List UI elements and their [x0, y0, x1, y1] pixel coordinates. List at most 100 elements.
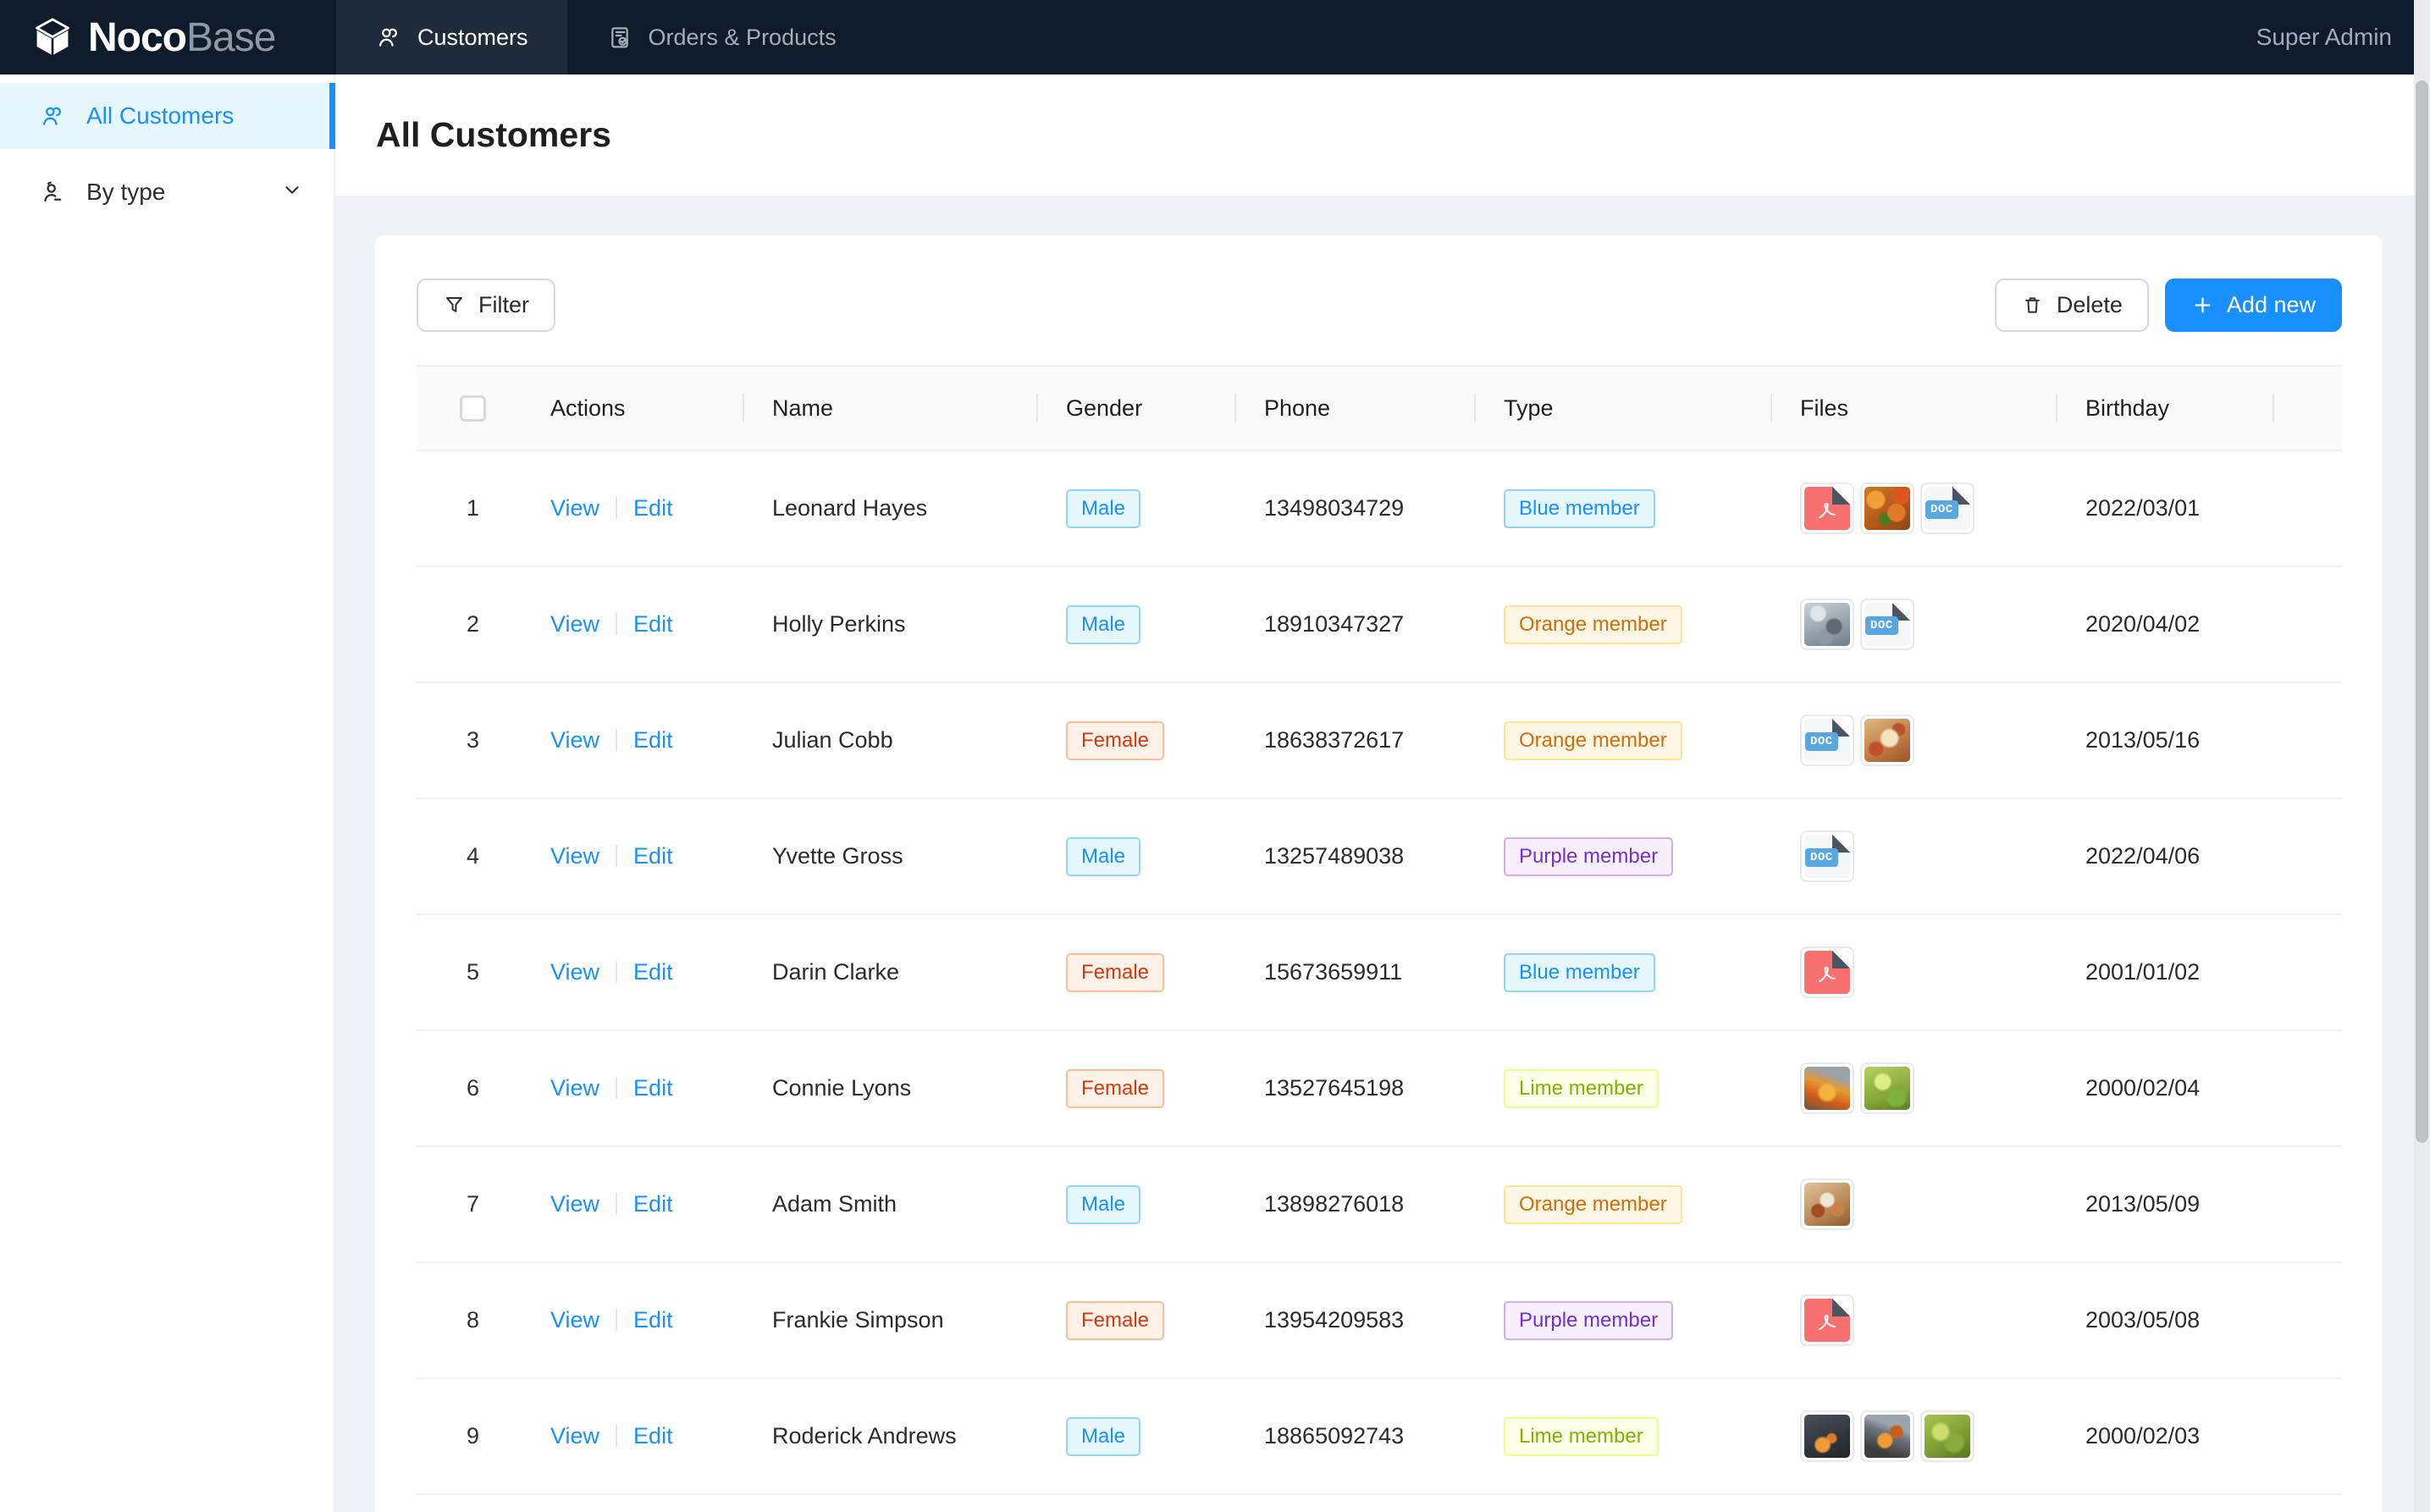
table-row[interactable]: 2 ViewEdit Holly Perkins Male 1891034732…: [417, 566, 2342, 682]
edit-link[interactable]: Edit: [633, 1075, 673, 1101]
tab-customers[interactable]: Customers: [336, 0, 567, 74]
view-link[interactable]: View: [550, 1307, 599, 1333]
row-index-cell: 2: [417, 566, 529, 682]
actions-cell: View Edit: [529, 914, 744, 1030]
edit-link[interactable]: Edit: [633, 1191, 673, 1217]
add-new-button[interactable]: Add new: [2165, 279, 2342, 332]
edit-link[interactable]: Edit: [633, 727, 673, 753]
sidebar: All Customers By type: [0, 74, 335, 1512]
phone-cell: 18865092743: [1236, 1378, 1476, 1494]
view-link[interactable]: View: [550, 1075, 599, 1101]
column-header-birthday[interactable]: Birthday: [2057, 366, 2274, 450]
view-link[interactable]: View: [550, 495, 599, 521]
column-header-gender[interactable]: Gender: [1038, 366, 1236, 450]
image-thumbnail[interactable]: [1860, 715, 1914, 766]
column-header-files[interactable]: Files: [1772, 366, 2057, 450]
column-header-type[interactable]: Type: [1476, 366, 1772, 450]
actions-cell: View Edit: [529, 1262, 744, 1378]
image-thumbnail[interactable]: [1920, 1410, 1974, 1462]
birthday-cell: 2003/05/08: [2057, 1262, 2274, 1378]
phone-value: 18865092743: [1264, 1423, 1404, 1449]
name-cell: Frankie Simpson: [744, 1262, 1038, 1378]
files-list: [1800, 1410, 2051, 1462]
delete-button-label: Delete: [2057, 292, 2123, 318]
customer-name: Adam Smith: [772, 1191, 897, 1217]
view-link[interactable]: View: [550, 727, 599, 753]
row-index: 7: [467, 1191, 479, 1217]
gender-tag: Female: [1066, 721, 1164, 760]
image-thumbnail[interactable]: [1860, 1062, 1914, 1114]
view-link[interactable]: View: [550, 611, 599, 637]
image-thumbnail[interactable]: [1800, 1062, 1854, 1114]
pdf-file-icon[interactable]: [1800, 483, 1854, 534]
gender-cell: Female: [1038, 1030, 1236, 1146]
table-row[interactable]: 6 ViewEdit Connie Lyons Female 135276451…: [417, 1030, 2342, 1146]
files-cell: DOC: [1772, 798, 2057, 914]
image-thumbnail[interactable]: [1800, 1410, 1854, 1462]
table-row[interactable]: 7 ViewEdit Adam Smith Male 13898276018 O…: [417, 1146, 2342, 1262]
doc-file-icon[interactable]: DOC: [1860, 599, 1914, 650]
image-thumbnail[interactable]: [1800, 1178, 1854, 1230]
type-cell: Purple member: [1476, 1262, 1772, 1378]
table-row[interactable]: 4 ViewEdit Yvette Gross Male 13257489038…: [417, 798, 2342, 914]
sidebar-item-all-customers[interactable]: All Customers: [0, 83, 334, 149]
column-header-name[interactable]: Name: [744, 366, 1038, 450]
actions-cell: View Edit: [529, 450, 744, 566]
pdf-file-icon[interactable]: [1800, 1294, 1854, 1346]
image-thumbnail[interactable]: [1860, 1410, 1914, 1462]
image-thumbnail[interactable]: [1800, 599, 1854, 650]
column-header-actions[interactable]: Actions: [529, 366, 744, 450]
actions-cell: View Edit: [529, 1378, 744, 1494]
birthday-value: 2013/05/16: [2085, 727, 2200, 753]
tab-label: Customers: [417, 25, 528, 51]
edit-link[interactable]: Edit: [633, 611, 673, 637]
gender-cell: Male: [1038, 1378, 1236, 1494]
image-thumbnail[interactable]: [1860, 483, 1914, 534]
doc-file-icon[interactable]: DOC: [1920, 483, 1974, 534]
logo[interactable]: NocoBase: [0, 0, 336, 74]
birthday-value: 2020/04/02: [2085, 611, 2200, 637]
edit-link[interactable]: Edit: [633, 843, 673, 869]
table-row[interactable]: 1 ViewEdit Leonard Hayes Male 1349803472…: [417, 450, 2342, 566]
view-link[interactable]: View: [550, 1191, 599, 1217]
edit-link[interactable]: Edit: [633, 1423, 673, 1449]
row-index: 6: [467, 1075, 479, 1101]
column-header-phone[interactable]: Phone: [1236, 366, 1476, 450]
table-row[interactable]: 8 ViewEdit Frankie Simpson Female 139542…: [417, 1262, 2342, 1378]
filter-button[interactable]: Filter: [417, 279, 555, 332]
doc-file-icon[interactable]: DOC: [1800, 830, 1854, 882]
select-all-checkbox[interactable]: [460, 395, 486, 422]
name-cell: Darin Clarke: [744, 914, 1038, 1030]
phone-cell: 13898276018: [1236, 1146, 1476, 1262]
scrollbar-thumb[interactable]: [2416, 80, 2428, 1143]
page-scrollbar[interactable]: [2414, 0, 2430, 1512]
chevron-down-icon[interactable]: [281, 179, 303, 207]
users-icon: [39, 102, 66, 130]
birthday-value: 2022/03/01: [2085, 495, 2200, 521]
files-list: DOC: [1800, 715, 2051, 766]
type-tag: Lime member: [1504, 1417, 1659, 1456]
actions-cell: View Edit: [529, 566, 744, 682]
delete-button[interactable]: Delete: [1995, 279, 2149, 332]
tab-orders-products[interactable]: Orders & Products: [567, 0, 875, 74]
edit-link[interactable]: Edit: [633, 959, 673, 985]
table-row[interactable]: 5 ViewEdit Darin Clarke Female 156736599…: [417, 914, 2342, 1030]
view-link[interactable]: View: [550, 1423, 599, 1449]
type-cell: Orange member: [1476, 1146, 1772, 1262]
phone-cell: 13257489038: [1236, 798, 1476, 914]
gender-cell: Male: [1038, 798, 1236, 914]
phone-cell: 18638372617: [1236, 682, 1476, 798]
view-link[interactable]: View: [550, 843, 599, 869]
sidebar-item-by-type[interactable]: By type: [0, 159, 334, 225]
name-cell: Julian Cobb: [744, 682, 1038, 798]
pdf-file-icon[interactable]: [1800, 946, 1854, 998]
edit-link[interactable]: Edit: [633, 1307, 673, 1333]
edit-link[interactable]: Edit: [633, 495, 673, 521]
row-index-cell: 1: [417, 450, 529, 566]
table-row[interactable]: 3 ViewEdit Julian Cobb Female 1863837261…: [417, 682, 2342, 798]
name-cell: Roderick Andrews: [744, 1378, 1038, 1494]
table-row[interactable]: 9 ViewEdit Roderick Andrews Male 1886509…: [417, 1378, 2342, 1494]
user-menu[interactable]: Super Admin: [2256, 24, 2430, 51]
view-link[interactable]: View: [550, 959, 599, 985]
doc-file-icon[interactable]: DOC: [1800, 715, 1854, 766]
